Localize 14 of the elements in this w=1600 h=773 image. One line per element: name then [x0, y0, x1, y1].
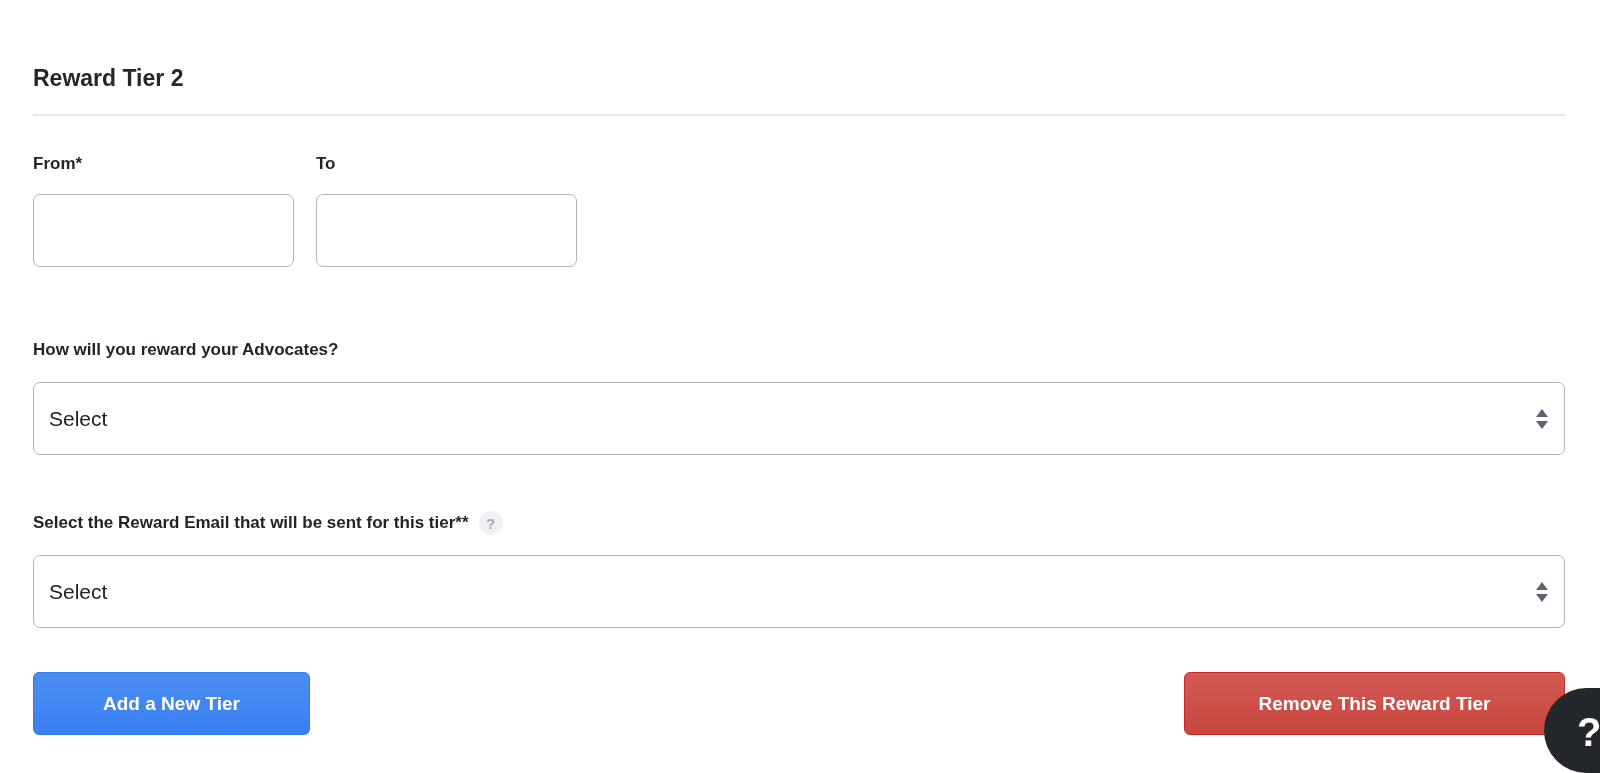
field-label: To [316, 153, 337, 175]
help-button[interactable]: ? [1544, 688, 1600, 773]
select-field[interactable]: Select [33, 555, 1565, 628]
field-label: From* [33, 153, 84, 175]
input-field[interactable] [33, 194, 294, 267]
input-field[interactable] [316, 194, 577, 267]
section-title: Reward Tier 2 [33, 64, 185, 93]
sort-arrows-icon [1535, 407, 1549, 430]
add-button[interactable]: Add a New Tier [33, 672, 310, 735]
field-label: How will you reward your Advocates? [33, 339, 339, 361]
field-label: Select the Reward Email that will be sent for this tier** [33, 512, 469, 534]
remove-button[interactable]: Remove This Reward Tier [1184, 672, 1565, 735]
select-field[interactable]: Select [33, 382, 1565, 455]
sort-arrows-icon [1535, 580, 1549, 603]
